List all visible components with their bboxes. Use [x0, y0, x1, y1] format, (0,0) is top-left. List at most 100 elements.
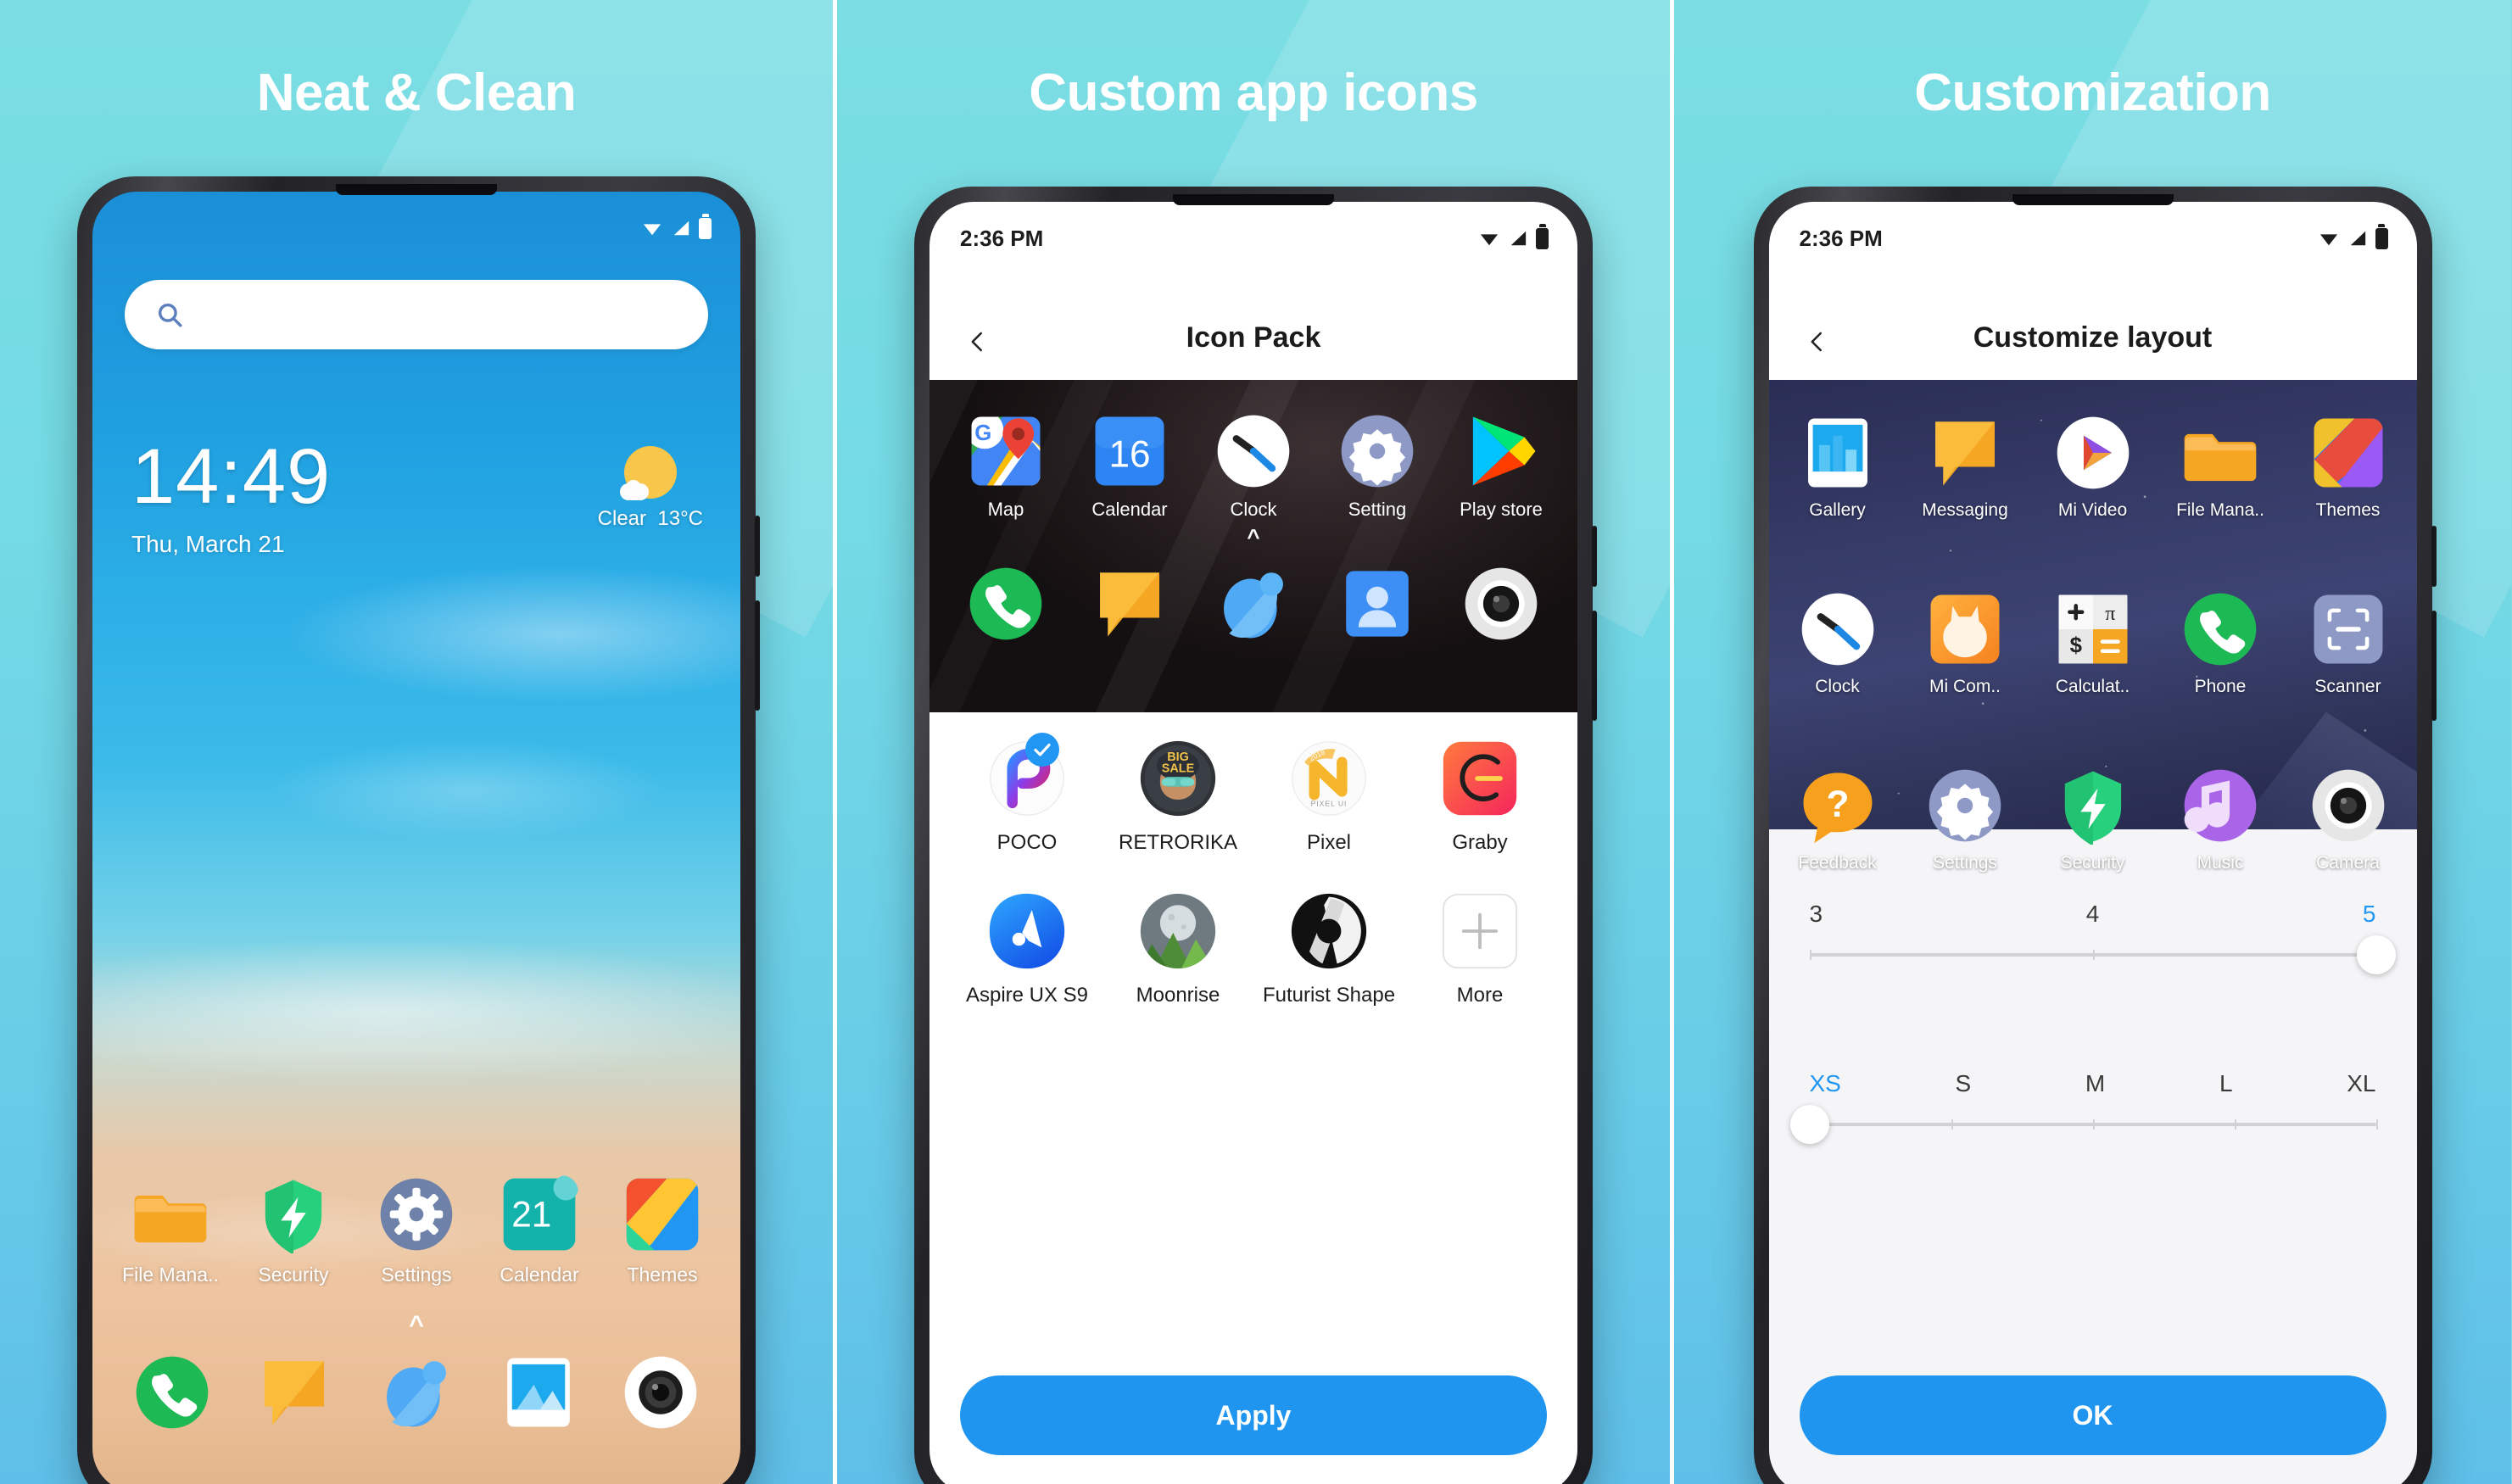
size-slider-knob[interactable] [1789, 1105, 1829, 1144]
home-app-label: Calendar [500, 1264, 579, 1286]
clock-widget-time: 14:49 [131, 433, 332, 520]
grid-app-clock[interactable]: Clock [1783, 590, 1893, 697]
icon-pack-item[interactable]: Graby [1404, 738, 1555, 855]
icon-pack-item[interactable]: Futurist Shape [1253, 890, 1404, 1007]
preview-dock-phone[interactable] [946, 565, 1065, 643]
icon-pack-item[interactable]: 2018 PIXEL UI Pixel [1253, 738, 1404, 855]
phone-volume-button [2431, 611, 2437, 721]
grid-app-camera[interactable]: Camera [2293, 767, 2403, 873]
dock-app-browser[interactable] [357, 1353, 476, 1431]
preview-app-play-store[interactable]: Play store [1442, 412, 1560, 521]
size-tick[interactable]: XL [2347, 1070, 2375, 1097]
icon-pack-item[interactable]: POCO [952, 733, 1102, 855]
clock-widget[interactable]: 14:49 Thu, March 21 [131, 438, 331, 558]
music-icon [2184, 769, 2257, 842]
dock-app-gallery[interactable] [479, 1353, 598, 1431]
columns-slider[interactable] [1809, 935, 2396, 974]
grid-app-mi-video[interactable]: Mi Video [2038, 414, 2148, 521]
columns-slider-knob[interactable] [2356, 935, 2396, 974]
grid-app-messaging[interactable]: Messaging [1910, 414, 2020, 521]
status-icons [1478, 227, 1549, 249]
icon-pack-label: More [1456, 984, 1504, 1007]
grid-app-feedback[interactable]: ? Feedback [1783, 767, 1893, 873]
preview-app-label: Setting [1348, 499, 1407, 520]
wifi-icon [2319, 234, 2337, 246]
browser-icon [1224, 572, 1283, 639]
icon-pack-label: Futurist Shape [1262, 984, 1396, 1007]
grid-app-themes[interactable]: Themes [2293, 414, 2403, 521]
signal-icon [1510, 231, 1527, 246]
weather-widget[interactable]: Clear 13°C [598, 446, 703, 531]
grid-app-mi-community[interactable]: Mi Com.. [1910, 590, 2020, 697]
icon-pack-item[interactable]: BIG SALE RETRORIKA [1102, 738, 1253, 855]
page-up-indicator[interactable]: ^ [409, 1311, 424, 1340]
icon-preview-row: G Map 16 Calendar Clock Setting Play sto… [946, 412, 1560, 521]
status-bar [92, 192, 740, 253]
preview-dock-browser[interactable] [1194, 565, 1313, 643]
battery-icon [1536, 227, 1549, 249]
preview-app-label: Clock [1230, 499, 1277, 520]
grid-app-calculator[interactable]: π $ Calculat.. [2038, 590, 2148, 697]
ok-button[interactable]: OK [1799, 1375, 2386, 1455]
home-app-calendar[interactable]: 21 Calendar [480, 1175, 599, 1286]
grid-app-phone[interactable]: Phone [2165, 590, 2275, 697]
app-bar-title: Icon Pack [1186, 321, 1321, 354]
icon-pack-item[interactable]: Aspire UX S9 [952, 890, 1102, 1007]
grid-app-label: Phone [2194, 677, 2247, 696]
play-store-icon [1472, 416, 1536, 486]
grid-app-scanner[interactable]: Scanner [2293, 590, 2403, 697]
preview-app-calendar[interactable]: 16 Calendar [1070, 412, 1189, 521]
grid-app-settings[interactable]: Settings [1910, 767, 2020, 873]
grid-app-security[interactable]: Security [2038, 767, 2148, 873]
futurist-shape-icon [1291, 893, 1367, 969]
home-app-security[interactable]: Security [234, 1175, 353, 1286]
preview-app-setting[interactable]: Setting [1318, 412, 1437, 521]
icon-pack-item-more[interactable]: More [1404, 890, 1555, 1007]
preview-dock-camera[interactable] [1442, 565, 1560, 643]
check-icon [1034, 743, 1051, 756]
home-app-label: Security [258, 1264, 329, 1286]
grid-app-gallery[interactable]: Gallery [1783, 414, 1893, 521]
phone-mockup-2: 2:36 PM Icon Pack G Map 16 Calendar Cloc… [914, 187, 1597, 1484]
dock-app-camera[interactable] [601, 1353, 720, 1431]
layout-grid-row-3: ? Feedback Settings Security Music Camer… [1783, 767, 2403, 873]
mi-community-icon [1930, 594, 2000, 664]
home-app-file-manager[interactable]: File Mana.. [111, 1175, 230, 1286]
home-app-settings[interactable]: Settings [357, 1175, 476, 1286]
icon-pack-label: Pixel [1306, 831, 1352, 854]
size-tick[interactable]: L [2219, 1070, 2233, 1097]
preview-dock-messaging[interactable] [1070, 565, 1189, 643]
icon-preview-dock [946, 565, 1560, 643]
dock-app-messaging[interactable] [235, 1353, 354, 1431]
columns-tick[interactable]: 3 [1810, 901, 1823, 928]
size-slider[interactable] [1789, 1105, 2378, 1144]
columns-slider-block: 3 4 5 [1809, 901, 2396, 974]
home-app-themes[interactable]: Themes [603, 1175, 722, 1286]
size-slider-block: XS S M L XL [1789, 1070, 2378, 1144]
page-up-indicator[interactable]: ^ [1247, 524, 1259, 550]
size-tick[interactable]: S [1956, 1070, 1972, 1097]
dock-app-phone[interactable] [113, 1353, 232, 1431]
preview-app-clock[interactable]: Clock [1194, 412, 1313, 521]
grid-app-file-manager[interactable]: File Mana.. [2165, 414, 2275, 521]
app-bar: 2:36 PM Icon Pack [929, 202, 1577, 380]
preview-app-map[interactable]: G Map [946, 412, 1065, 521]
signal-icon [673, 220, 689, 236]
size-tick-selected[interactable]: XS [1810, 1070, 1841, 1097]
apply-button[interactable]: Apply [960, 1375, 1547, 1455]
phone-volume-button [1592, 611, 1597, 721]
size-tick[interactable]: M [2085, 1070, 2105, 1097]
search-input[interactable] [125, 280, 708, 349]
icon-pack-item[interactable]: Moonrise [1102, 890, 1253, 1007]
panel-neat-clean: Neat & Clean 14:49 Thu, March 21 Clear 1… [0, 0, 837, 1484]
columns-tick-selected[interactable]: 5 [2363, 901, 2376, 928]
svg-text:π: π [2105, 603, 2115, 625]
panel-custom-app-icons: Custom app icons 2:36 PM Icon Pack G Map… [837, 0, 1674, 1484]
grid-app-music[interactable]: Music [2165, 767, 2275, 873]
preview-dock-contacts[interactable] [1318, 565, 1437, 643]
columns-tick[interactable]: 4 [2086, 901, 2100, 928]
contacts-icon [1346, 571, 1409, 637]
themes-icon [2314, 418, 2382, 488]
camera-icon [2312, 769, 2384, 842]
icon-pack-list: POCO BIG SALE RETRORIKA 2018 PIXEL UI Pi… [929, 712, 1577, 1484]
